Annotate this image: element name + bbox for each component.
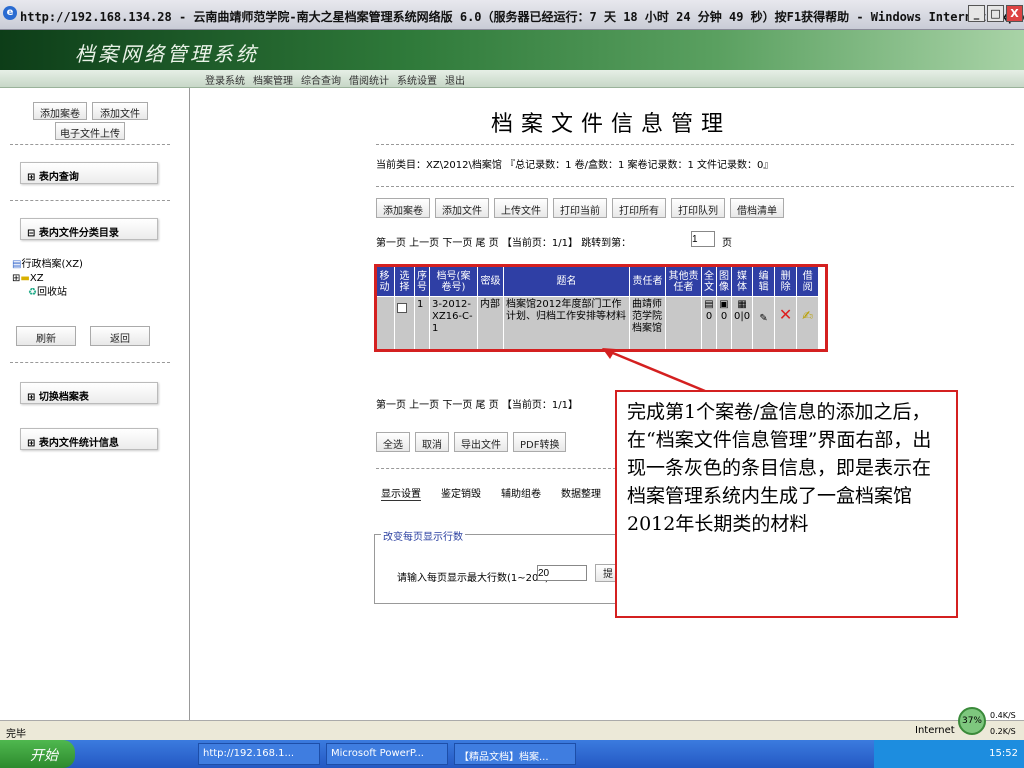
rows-label: 请输入每页显示最大行数(1~200) xyxy=(397,573,549,584)
back-button[interactable]: 返回 xyxy=(90,326,150,346)
rows-fieldset: 改变每页显示行数 请输入每页显示最大行数(1~200) 提 xyxy=(374,528,624,604)
window-title: http://192.168.134.28 - 云南曲靖师范学院-南大之星档案管… xyxy=(20,10,1024,24)
add-volume-button[interactable]: 添加案卷 xyxy=(33,102,87,120)
fieldset-legend: 改变每页显示行数 xyxy=(381,528,465,543)
expand-icon: ⊞ xyxy=(27,392,36,403)
expand-icon: ⊞ xyxy=(27,438,36,449)
status-bar: 完毕 Internet 37% 0.4K/S 0.2K/S xyxy=(0,707,1024,740)
tb-borrow-list[interactable]: 借档清单 xyxy=(730,198,784,218)
stats-section[interactable]: ⊞ 表内文件统计信息 xyxy=(20,428,158,450)
tree-recycle[interactable]: ♻回收站 xyxy=(12,286,83,300)
tb-upload[interactable]: 上传文件 xyxy=(494,198,548,218)
recycle-icon: ♻ xyxy=(28,287,37,298)
callout-arrow xyxy=(602,348,706,393)
page-suffix: 页 xyxy=(722,238,732,249)
jump-page-input[interactable] xyxy=(691,231,715,247)
tab-data[interactable]: 数据整理 xyxy=(561,485,601,501)
ie-icon: e xyxy=(3,6,17,20)
category-path: 当前类目：XZ\2012\档案馆 『总记录数：1 卷/盒数：1 案卷记录数：1 … xyxy=(376,160,774,171)
switch-section[interactable]: ⊞ 切换档案表 xyxy=(20,382,158,404)
task-doc[interactable]: 【精品文档】档案... xyxy=(454,743,576,765)
action-bar: 全选 取消 导出文件 PDF转换 xyxy=(376,432,567,452)
query-section[interactable]: ⊞ 表内查询 xyxy=(20,162,158,184)
tab-assist[interactable]: 辅助组卷 xyxy=(501,485,541,501)
export-button[interactable]: 导出文件 xyxy=(454,432,508,452)
app-banner: 档案网络管理系统 xyxy=(0,30,1024,70)
query-label: 表内查询 xyxy=(38,172,79,183)
expand-icon: ⊞ xyxy=(27,172,36,183)
select-all-button[interactable]: 全选 xyxy=(376,432,410,452)
highlight-box xyxy=(374,264,828,352)
cancel-button[interactable]: 取消 xyxy=(415,432,449,452)
system-tray: 15:52 xyxy=(874,740,1024,768)
refresh-button[interactable]: 刷新 xyxy=(16,326,76,346)
catalog-label: 表内文件分类目录 xyxy=(38,228,119,239)
pager-top[interactable]: 第一页 上一页 下一页 尾 页 【当前页：1/1】 跳转到第： xyxy=(376,234,631,249)
menu-stats[interactable]: 借阅统计 xyxy=(349,72,389,87)
close-button[interactable]: X xyxy=(1006,5,1023,22)
tb-add-file[interactable]: 添加文件 xyxy=(435,198,489,218)
clock: 15:52 xyxy=(989,748,1018,759)
zone-label: Internet xyxy=(915,725,955,736)
status-text: 完毕 xyxy=(6,729,26,740)
left-panel: 添加案卷 添加文件 电子文件上传 ⊞ 表内查询 ⊟ 表内文件分类目录 ▤行政档案… xyxy=(0,88,190,720)
menu-exit[interactable]: 退出 xyxy=(445,72,465,87)
minimize-button[interactable]: _ xyxy=(968,5,985,22)
tab-display[interactable]: 显示设置 xyxy=(381,485,421,501)
task-powerpoint[interactable]: Microsoft PowerP... xyxy=(326,743,448,765)
catalog-section[interactable]: ⊟ 表内文件分类目录 xyxy=(20,218,158,240)
tb-print-all[interactable]: 打印所有 xyxy=(612,198,666,218)
task-ie[interactable]: http://192.168.1... xyxy=(198,743,320,765)
settings-tabs: 显示设置 鉴定销毁 辅助组卷 数据整理 xyxy=(381,485,601,501)
upload-speed: 0.4K/S xyxy=(990,711,1016,720)
folder-icon: ▬ xyxy=(20,273,30,284)
menu-query[interactable]: 综合查询 xyxy=(301,72,341,87)
tb-print-current[interactable]: 打印当前 xyxy=(553,198,607,218)
page-title: 档案文件信息管理 xyxy=(491,112,732,137)
net-speed-gauge: 37% xyxy=(958,707,986,735)
callout-note: 完成第1个案卷/盒信息的添加之后，在“档案文件信息管理”界面右部，出现一条灰色的… xyxy=(615,390,958,618)
start-button[interactable]: 开始 xyxy=(0,740,75,768)
add-file-button[interactable]: 添加文件 xyxy=(92,102,148,120)
app-logo: 档案网络管理系统 xyxy=(75,42,259,66)
menu-login[interactable]: 登录系统 xyxy=(205,72,245,87)
tab-appraisal[interactable]: 鉴定销毁 xyxy=(441,485,481,501)
pager-bottom[interactable]: 第一页 上一页 下一页 尾 页 【当前页：1/1】 xyxy=(376,396,578,411)
rows-input[interactable] xyxy=(537,565,587,581)
maximize-button[interactable]: □ xyxy=(987,5,1004,22)
tree-root[interactable]: ▤行政档案(XZ) xyxy=(12,258,83,272)
collapse-icon: ⊟ xyxy=(27,228,36,239)
tree-xz[interactable]: ⊞▬XZ xyxy=(12,272,83,286)
tb-add-volume[interactable]: 添加案卷 xyxy=(376,198,430,218)
tb-print-queue[interactable]: 打印队列 xyxy=(671,198,725,218)
main-toolbar: 添加案卷 添加文件 上传文件 打印当前 打印所有 打印队列 借档清单 xyxy=(376,198,784,218)
top-menu: 登录系统 档案管理 综合查询 借阅统计 系统设置 退出 xyxy=(0,70,1024,88)
taskbar: 开始 http://192.168.1... Microsoft PowerP.… xyxy=(0,740,1024,768)
menu-settings[interactable]: 系统设置 xyxy=(397,72,437,87)
menu-archive[interactable]: 档案管理 xyxy=(253,72,293,87)
window-titlebar: e http://192.168.134.28 - 云南曲靖师范学院-南大之星档… xyxy=(0,0,1024,30)
download-speed: 0.2K/S xyxy=(990,727,1016,736)
e-upload-button[interactable]: 电子文件上传 xyxy=(55,122,125,140)
pdf-button[interactable]: PDF转换 xyxy=(513,432,567,452)
